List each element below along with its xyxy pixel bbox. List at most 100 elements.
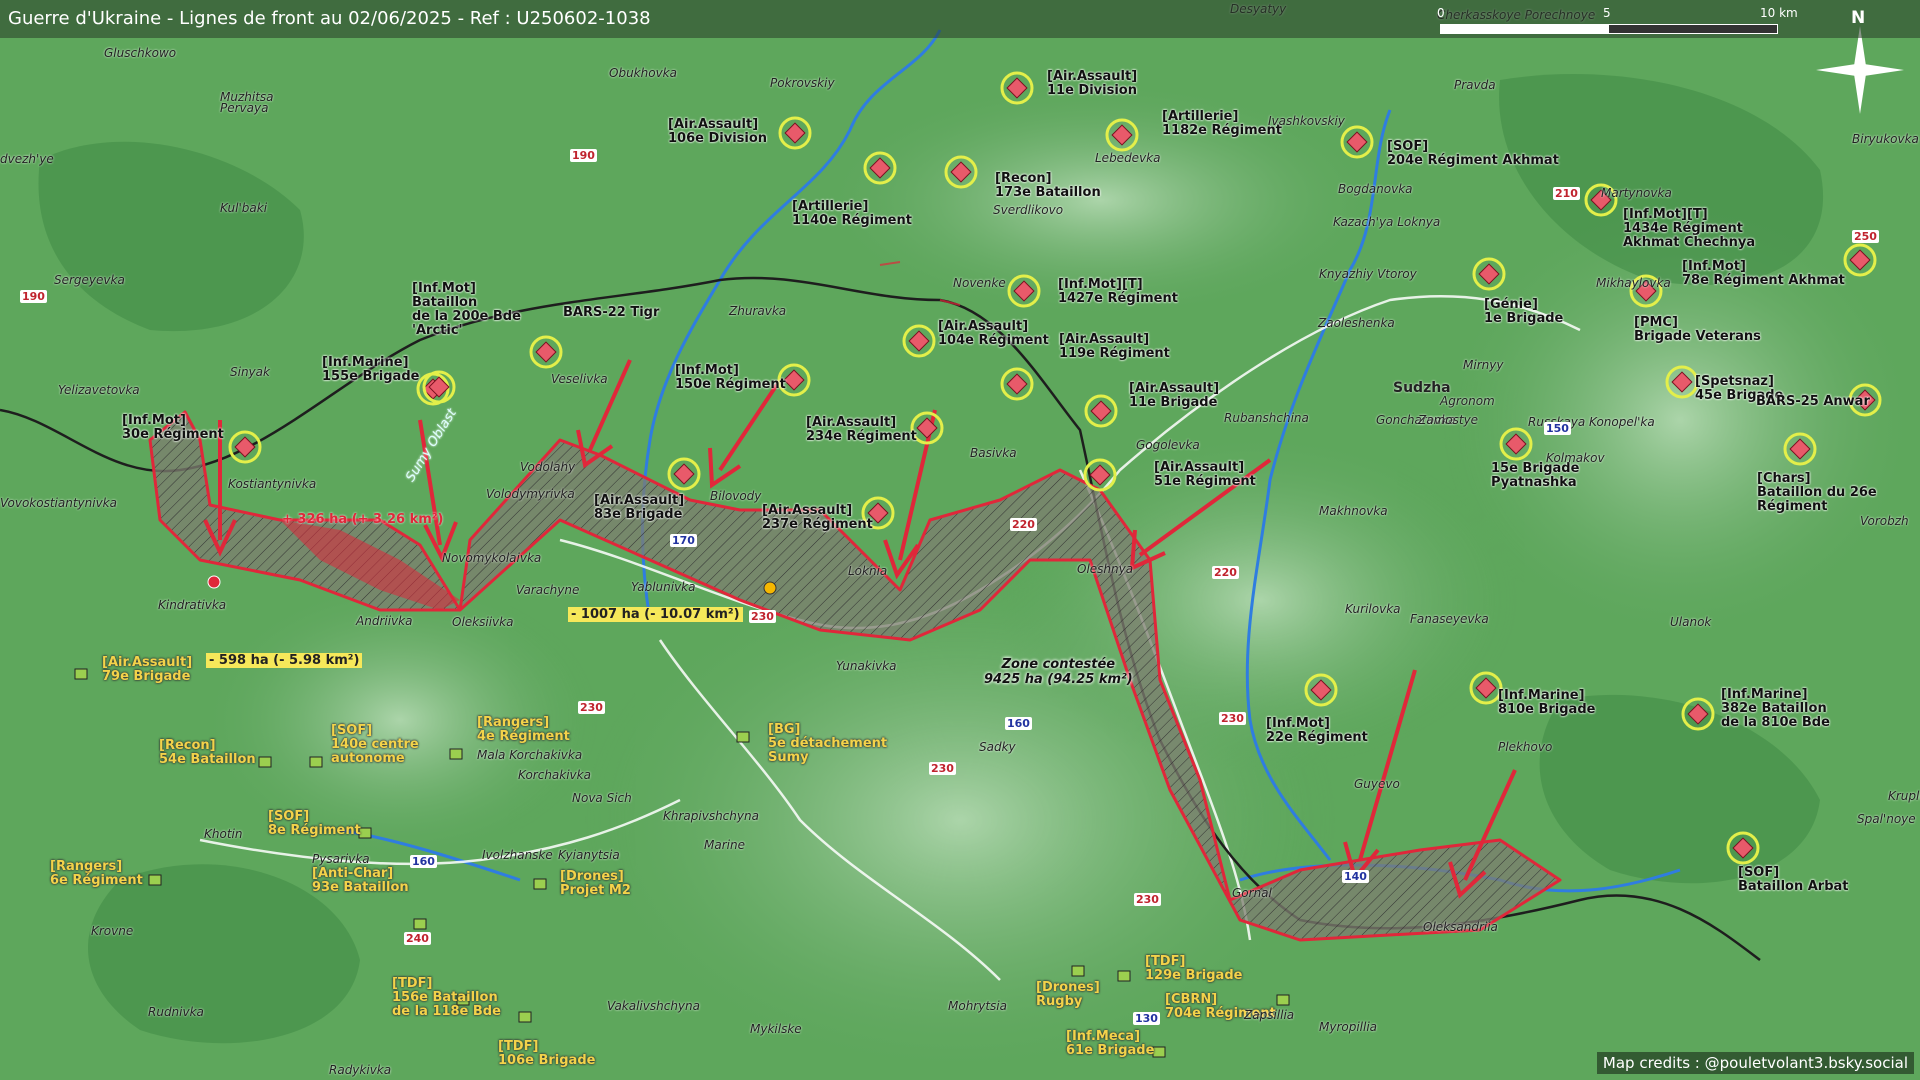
russian-unit-marker[interactable]	[1007, 274, 1041, 308]
ukrainian-unit-square-icon[interactable]	[518, 1011, 532, 1023]
unit-label-line: [Air.Assault]	[668, 117, 759, 132]
unit-label-line: [Chars]	[1757, 471, 1811, 486]
russian-unit-label: [Inf.Mot][T] 1434e Régiment Akhmat Chechny…	[1623, 208, 1755, 250]
town-label: Vovokostiantynivka	[0, 496, 117, 510]
russian-unit-marker[interactable]	[667, 457, 701, 491]
scale-tick-0: 0	[1437, 6, 1445, 20]
unit-label-line: 1140e Régiment	[792, 213, 912, 228]
russian-unit-label: [Génie] 1e Brigade	[1484, 298, 1563, 326]
ukrainian-unit-square-icon[interactable]	[1117, 970, 1131, 982]
town-label: Mohrytsia	[948, 999, 1007, 1013]
unit-label-line: 1182e Régiment	[1162, 123, 1282, 138]
road-number-label: 210	[1553, 187, 1580, 200]
russian-unit-marker[interactable]	[1469, 671, 1503, 705]
unit-label-line: 106e Brigade	[498, 1053, 596, 1068]
town-label: Vakalivshchyna	[607, 999, 700, 1013]
unit-label-line: [Air.Assault]	[806, 415, 897, 430]
ukrainian-unit-label: [Air.Assault] 79e Brigade	[102, 656, 192, 684]
ukrainian-unit-square-icon[interactable]	[309, 756, 323, 768]
unit-label-line: 204e Régiment Akhmat	[1387, 153, 1559, 168]
unit-label-line: [Inf.Mot]	[412, 281, 476, 296]
russian-unit-marker[interactable]	[1665, 365, 1699, 399]
town-label: Kostiantynivka	[228, 477, 317, 491]
ukrainian-unit-label: [Rangers] 4e Régiment	[477, 716, 570, 744]
map-canvas[interactable]	[0, 0, 1920, 1080]
unit-label-line: autonome	[331, 751, 405, 766]
town-label: Varachyne	[516, 583, 580, 597]
russian-unit-marker[interactable]	[1499, 427, 1533, 461]
road-number-label: 140	[1342, 870, 1369, 883]
unit-label-line: Régiment	[1757, 499, 1828, 514]
unit-label-line: [Rangers]	[477, 715, 550, 730]
russian-unit-label: [Air.Assault] 237e Régiment	[762, 504, 873, 532]
ukrainian-unit-square-icon[interactable]	[148, 874, 162, 886]
ukrainian-unit-label: [BG] 5e détachement Sumy	[768, 723, 887, 765]
russian-unit-label: [Artillerie] 1182e Régiment	[1162, 110, 1282, 138]
unit-label-line: [Inf.Mot]	[1266, 716, 1330, 731]
town-label: Mala Korchakivka	[477, 748, 583, 762]
unit-label-line: [TDF]	[392, 976, 433, 991]
ukrainian-unit-label: [Inf.Meca] 61e Brigade	[1066, 1030, 1154, 1058]
unit-label-line: 22e Régiment	[1266, 730, 1368, 745]
unit-label-line: [Inf.Meca]	[1066, 1029, 1141, 1044]
russian-unit-marker[interactable]	[863, 151, 897, 185]
unit-label-line: 6e Régiment	[50, 873, 143, 888]
ukrainian-unit-square-icon[interactable]	[74, 668, 88, 680]
road-number-label: 190	[570, 149, 597, 162]
ukrainian-unit-square-icon[interactable]	[258, 756, 272, 768]
road-number-label: 160	[410, 855, 437, 868]
russian-unit-label: [SOF] Bataillon Arbat	[1738, 866, 1849, 894]
russian-unit-marker[interactable]	[944, 155, 978, 189]
russian-unit-label: BARS-22 Tigr	[563, 306, 659, 320]
russian-unit-marker[interactable]	[1681, 697, 1715, 731]
town-label: Oleshnya	[1077, 562, 1134, 576]
road-number-label: 240	[404, 932, 431, 945]
village-dot-orange	[763, 581, 777, 595]
unit-label-line: [Artillerie]	[792, 199, 869, 214]
unit-label-line: [SOF]	[268, 809, 310, 824]
ukrainian-unit-square-icon[interactable]	[533, 878, 547, 890]
russian-unit-marker[interactable]	[1105, 118, 1139, 152]
ukrainian-unit-square-icon[interactable]	[1276, 994, 1290, 1006]
unit-label-line: de la 810e Bde	[1721, 715, 1830, 730]
unit-label-line: [Inf.Mot]	[1682, 259, 1746, 274]
unit-label-line: Bataillon	[412, 295, 478, 310]
russian-unit-marker[interactable]	[1083, 458, 1117, 492]
russian-unit-marker[interactable]	[1783, 432, 1817, 466]
unit-label-line: 30e Régiment	[122, 427, 224, 442]
ukrainian-unit-square-icon[interactable]	[413, 918, 427, 930]
russian-unit-marker[interactable]	[1472, 257, 1506, 291]
town-label: Plekhovo	[1498, 740, 1553, 754]
russian-unit-label: [SOF] 204e Régiment Akhmat	[1387, 140, 1559, 168]
russian-unit-label: [Inf.Mot][T] 1427e Régiment	[1058, 278, 1178, 306]
unit-label-line: [TDF]	[1145, 954, 1186, 969]
russian-unit-marker[interactable]	[228, 430, 262, 464]
unit-label-line: 8e Régiment	[268, 823, 361, 838]
russian-unit-marker[interactable]	[1084, 394, 1118, 428]
unit-label-line: Akhmat Chechnya	[1623, 235, 1756, 250]
russian-unit-marker[interactable]	[1340, 125, 1374, 159]
town-label: Kurilovka	[1345, 602, 1401, 616]
town-label: Oleksandriia	[1423, 920, 1498, 934]
russian-unit-marker[interactable]	[422, 370, 456, 404]
town-label: Spal'noye	[1857, 812, 1916, 826]
russian-unit-marker[interactable]	[902, 324, 936, 358]
unit-label-line: 51e Régiment	[1154, 474, 1256, 489]
ukrainian-unit-square-icon[interactable]	[1071, 965, 1085, 977]
russian-unit-marker[interactable]	[778, 116, 812, 150]
russian-unit-label: [Air.Assault] 83e Brigade	[594, 494, 684, 522]
ukrainian-unit-square-icon[interactable]	[449, 748, 463, 760]
russian-unit-marker[interactable]	[1000, 367, 1034, 401]
town-label: Mirnyy	[1463, 358, 1504, 372]
russian-unit-marker[interactable]	[529, 335, 563, 369]
russian-unit-marker[interactable]	[1000, 71, 1034, 105]
russian-unit-marker[interactable]	[1304, 673, 1338, 707]
unit-label-line: [Recon]	[995, 171, 1052, 186]
town-label: Myropillia	[1319, 1020, 1378, 1034]
unit-label-line: [Inf.Marine]	[322, 355, 409, 370]
russian-unit-marker[interactable]	[1843, 243, 1877, 277]
ukrainian-unit-square-icon[interactable]	[736, 731, 750, 743]
town-label: Novenke	[953, 276, 1006, 290]
russian-unit-marker[interactable]	[1726, 831, 1760, 865]
ukrainian-unit-square-icon[interactable]	[1152, 1046, 1166, 1058]
